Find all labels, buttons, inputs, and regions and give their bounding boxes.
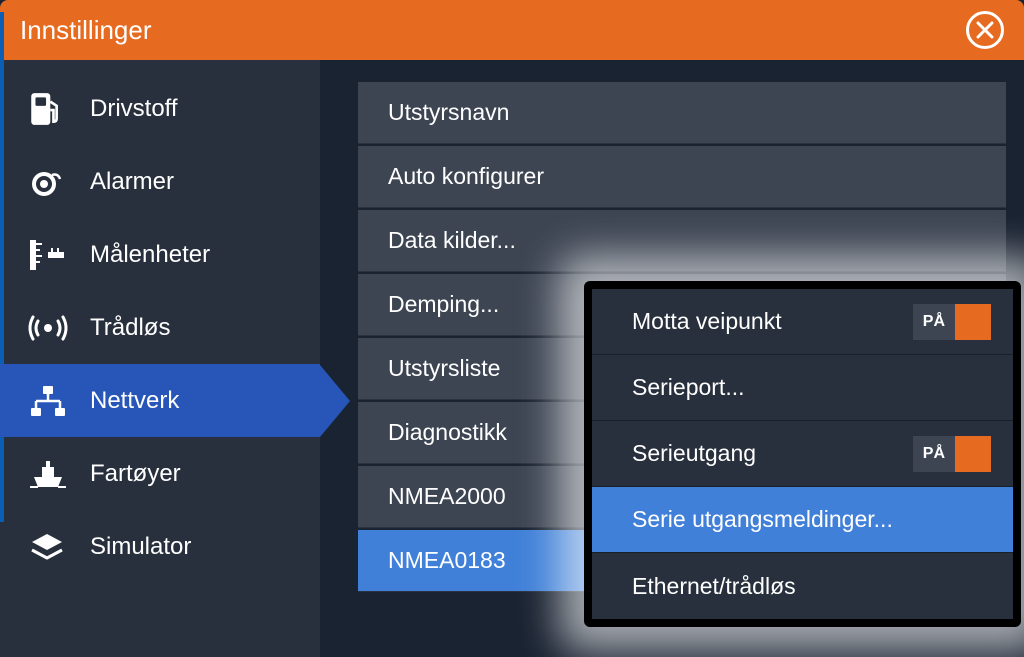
toggle-state-label: PÅ (913, 436, 955, 472)
toggle-state-label: PÅ (913, 304, 955, 340)
popup-item-ethernet-tradlos[interactable]: Ethernet/trådløs (592, 553, 1013, 619)
sidebar-item-label: Målenheter (90, 241, 210, 269)
sidebar-item-tradlos[interactable]: Trådløs (0, 291, 320, 364)
sidebar-item-simulator[interactable]: Simulator (0, 510, 320, 583)
sidebar-item-label: Simulator (90, 533, 191, 561)
toggle-switch-on (955, 436, 991, 472)
close-button[interactable] (966, 11, 1004, 49)
menu-item-label: Auto konfigurer (388, 163, 544, 190)
page-title: Innstillinger (20, 15, 152, 46)
sidebar-item-label: Drivstoff (90, 95, 178, 123)
menu-item-label: Data kilder... (388, 227, 516, 254)
menu-item-label: NMEA0183 (388, 547, 506, 574)
menu-item-label: Demping... (388, 291, 499, 318)
popup-item-label: Ethernet/trådløs (632, 573, 796, 600)
toggle-switch-on (955, 304, 991, 340)
popup-item-label: Serie utgangsmeldinger... (632, 506, 893, 533)
alarm-icon (28, 165, 76, 199)
sidebar-item-label: Nettverk (90, 387, 179, 415)
popup-item-motta-veipunkt[interactable]: Motta veipunkt PÅ (592, 289, 1013, 355)
wireless-icon (28, 313, 76, 343)
title-bar: Innstillinger (0, 0, 1024, 60)
menu-item-data-kilder[interactable]: Data kilder... (358, 210, 1006, 272)
menu-item-label: Utstyrsnavn (388, 99, 509, 126)
sidebar-item-malenheter[interactable]: Målenheter (0, 218, 320, 291)
sidebar-item-fartoyer[interactable]: Fartøyer (0, 437, 320, 510)
sidebar-item-label: Trådløs (90, 314, 170, 342)
menu-item-label: Utstyrsliste (388, 355, 500, 382)
close-icon (976, 21, 994, 39)
sidebar-item-label: Fartøyer (90, 460, 181, 488)
sidebar-item-label: Alarmer (90, 168, 174, 196)
toggle-motta-veipunkt[interactable]: PÅ (913, 304, 991, 340)
ruler-icon (28, 238, 76, 272)
sidebar-item-drivstoff[interactable]: Drivstoff (0, 72, 320, 145)
popup-item-serie-utgangsmeldinger[interactable]: Serie utgangsmeldinger... (592, 487, 1013, 553)
menu-item-label: NMEA2000 (388, 483, 506, 510)
popup-item-label: Motta veipunkt (632, 308, 782, 335)
menu-item-auto-konfigurer[interactable]: Auto konfigurer (358, 146, 1006, 208)
popup-item-serieport[interactable]: Serieport... (592, 355, 1013, 421)
layers-icon (28, 532, 76, 562)
popup-item-label: Serieutgang (632, 440, 756, 467)
fuel-icon (28, 91, 76, 127)
menu-item-label: Diagnostikk (388, 419, 507, 446)
submenu-popup: Motta veipunkt PÅ Serieport... Serieutga… (584, 281, 1021, 627)
toggle-serieutgang[interactable]: PÅ (913, 436, 991, 472)
sidebar-item-alarmer[interactable]: Alarmer (0, 145, 320, 218)
sidebar-item-nettverk[interactable]: Nettverk (0, 364, 320, 437)
menu-item-utstyrsnavn[interactable]: Utstyrsnavn (358, 82, 1006, 144)
network-icon (28, 384, 76, 418)
popup-item-label: Serieport... (632, 374, 745, 401)
vessel-icon (28, 457, 76, 491)
sidebar: Drivstoff Alarmer (0, 60, 320, 657)
popup-item-serieutgang[interactable]: Serieutgang PÅ (592, 421, 1013, 487)
